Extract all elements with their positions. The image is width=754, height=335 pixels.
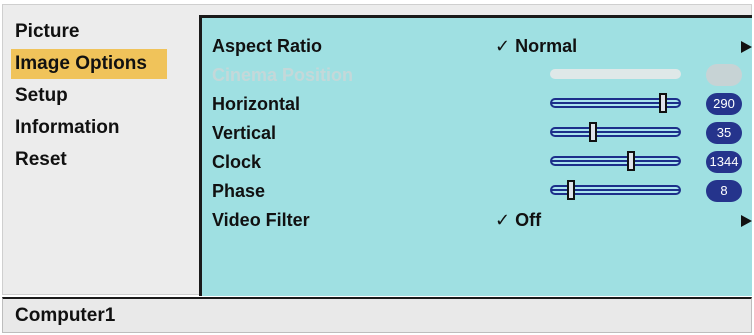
vertical-slider[interactable] xyxy=(550,122,681,142)
row-clock[interactable]: Clock 1344 xyxy=(212,148,752,176)
phase-label: Phase xyxy=(212,181,266,201)
slider-thumb[interactable] xyxy=(567,180,575,200)
clock-label: Clock xyxy=(212,152,262,172)
aspect-ratio-label: Aspect Ratio xyxy=(212,36,323,56)
vertical-value-badge: 35 xyxy=(706,122,742,144)
row-video-filter[interactable]: Video Filter ✓ Off xyxy=(212,206,752,234)
menu-item-information[interactable]: Information xyxy=(11,113,167,143)
row-aspect-ratio[interactable]: Aspect Ratio ✓ Normal xyxy=(212,32,752,60)
status-bar: Computer1 xyxy=(2,297,752,333)
input-source-label: Computer1 xyxy=(15,305,116,326)
aspect-ratio-value: ✓ Normal xyxy=(495,36,578,56)
clock-value-badge: 1344 xyxy=(706,151,742,173)
horizontal-value-badge: 290 xyxy=(706,93,742,115)
cinema-position-slider xyxy=(550,69,681,79)
row-phase[interactable]: Phase 8 xyxy=(212,177,752,205)
osd-menu: Picture Image Options Setup Information … xyxy=(2,4,752,296)
cinema-position-badge xyxy=(706,64,742,86)
cinema-position-label: Cinema Position xyxy=(212,65,354,85)
slider-thumb[interactable] xyxy=(589,122,597,142)
vertical-label: Vertical xyxy=(212,123,277,143)
video-filter-label: Video Filter xyxy=(212,210,310,230)
phase-value-badge: 8 xyxy=(706,180,742,202)
settings-panel: Aspect Ratio ✓ Normal Cinema Position Ho… xyxy=(199,15,752,296)
video-filter-value: ✓ Off xyxy=(495,210,542,230)
slider-thumb[interactable] xyxy=(627,151,635,171)
menu-item-image-options[interactable]: Image Options xyxy=(11,49,167,79)
phase-slider[interactable] xyxy=(550,180,681,200)
row-vertical[interactable]: Vertical 35 xyxy=(212,119,752,147)
horizontal-label: Horizontal xyxy=(212,94,300,114)
submenu-arrow-icon[interactable] xyxy=(741,215,752,227)
row-cinema-position: Cinema Position xyxy=(212,61,752,89)
menu-item-setup[interactable]: Setup xyxy=(11,81,167,111)
clock-slider[interactable] xyxy=(550,151,681,171)
menu-item-picture[interactable]: Picture xyxy=(11,17,167,47)
menu-item-reset[interactable]: Reset xyxy=(11,145,167,175)
slider-thumb[interactable] xyxy=(659,93,667,113)
submenu-arrow-icon[interactable] xyxy=(741,41,752,53)
row-horizontal[interactable]: Horizontal 290 xyxy=(212,90,752,118)
slider-fill xyxy=(552,160,679,162)
horizontal-slider[interactable] xyxy=(550,93,681,113)
slider-fill xyxy=(552,131,679,133)
